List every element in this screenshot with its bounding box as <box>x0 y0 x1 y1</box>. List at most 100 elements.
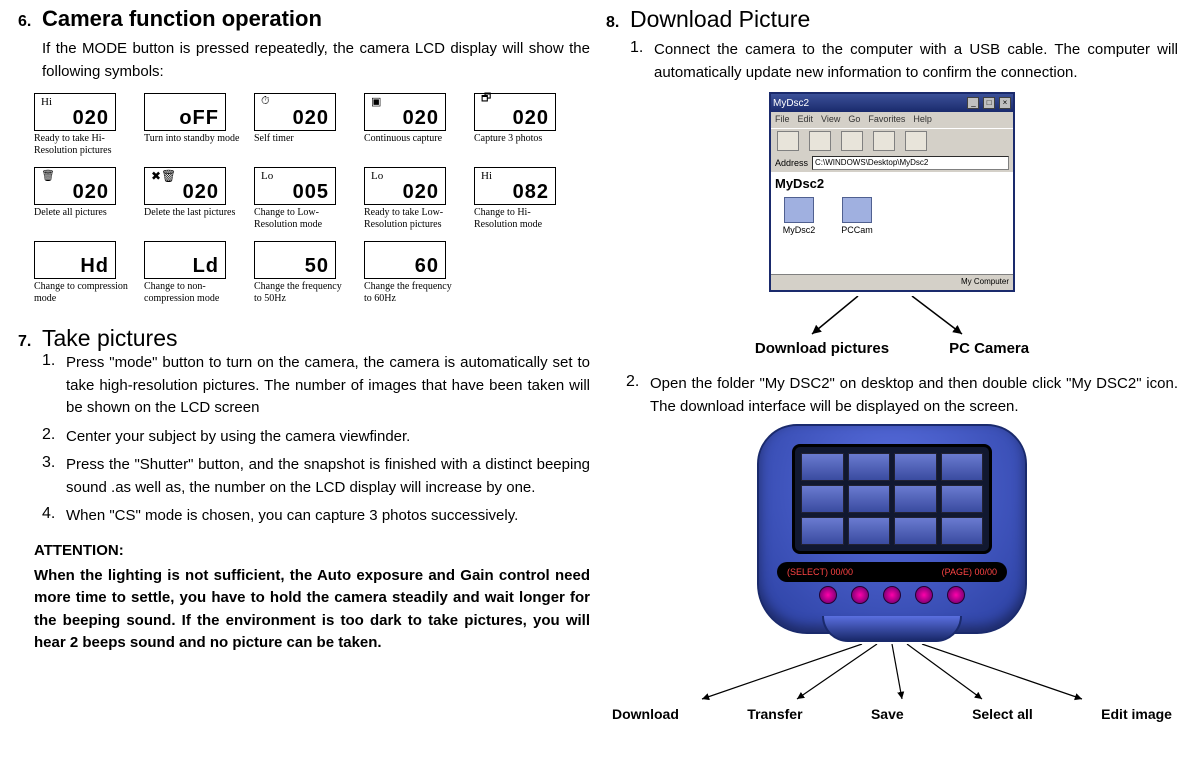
lcd-main-value: Ld <box>193 256 223 276</box>
section-7-steps: 1.Press "mode" button to turn on the cam… <box>42 352 590 528</box>
lcd-caption: Capture 3 photos <box>474 133 570 145</box>
lcd-symbol-grid: Hi020Ready to take Hi-Resolution picture… <box>34 93 590 311</box>
lcd-caption: Change the frequency to 60Hz <box>364 281 460 305</box>
menu-item[interactable]: Edit <box>798 114 814 126</box>
address-field[interactable]: C:\WINDOWS\Desktop\MyDsc2 <box>812 156 1009 170</box>
menu-item[interactable]: View <box>821 114 840 126</box>
step-2-number: 2. <box>626 373 646 418</box>
lcd-main-value: 020 <box>403 108 443 128</box>
section-7-title: Take pictures <box>42 325 178 352</box>
bottom-callout-labels: Download Transfer Save Select all Edit i… <box>606 706 1178 722</box>
lcd-top-indicator: Hi <box>37 96 52 108</box>
toolbar-cut-icon[interactable] <box>873 131 895 151</box>
lcd-cell: ⏱020Self timer <box>254 93 354 157</box>
thumb-slot <box>848 485 891 513</box>
attention-heading: ATTENTION: <box>34 542 590 559</box>
lcd-top-indicator: ✖🗑 <box>147 170 176 182</box>
lcd-display: Hd <box>34 241 116 279</box>
desktop-icon[interactable]: PCCam <box>837 197 877 235</box>
label-transfer: Transfer <box>747 706 802 722</box>
lcd-main-value: 020 <box>73 182 113 202</box>
toolbar-forward-icon[interactable] <box>809 131 831 151</box>
lcd-caption: Change to compression mode <box>34 281 130 305</box>
lcd-main-value: 020 <box>513 108 553 128</box>
minimize-button[interactable]: _ <box>967 97 979 109</box>
toolbar-copy-icon[interactable] <box>905 131 927 151</box>
icon-label: PCCam <box>837 225 877 235</box>
explorer-statusbar: My Computer <box>771 274 1013 290</box>
lcd-display: 🗑 020 <box>34 167 116 205</box>
lcd-cell: 50Change the frequency to 50Hz <box>254 241 354 305</box>
step-text: Center your subject by using the camera … <box>62 426 590 449</box>
device-status-bar: (SELECT) 00/00 (PAGE) 00/00 <box>777 562 1007 582</box>
maximize-button[interactable]: □ <box>983 97 995 109</box>
close-button[interactable]: × <box>999 97 1011 109</box>
lcd-top-indicator: Lo <box>367 170 383 182</box>
explorer-window: MyDsc2 _ □ × File Edit View Go Favorites Help… <box>769 92 1015 292</box>
lcd-cell: ✖🗑 020 Delete the last pictures <box>144 167 244 231</box>
lcd-main-value: 020 <box>403 182 443 202</box>
lcd-top-indicator: Lo <box>257 170 273 182</box>
device-button-3[interactable] <box>883 586 901 604</box>
explorer-addressbar: Address C:\WINDOWS\Desktop\MyDsc2 <box>771 154 1013 172</box>
lcd-top-indicator: 🗑 <box>37 169 55 182</box>
lcd-top-indicator: ▣ <box>367 95 381 108</box>
toolbar-up-icon[interactable] <box>841 131 863 151</box>
thumb-slot <box>848 517 891 545</box>
section-8-header: 8. Download Picture <box>606 6 1178 33</box>
lcd-cell: 🗑020Delete all pictures <box>34 167 134 231</box>
step-1-number: 1. <box>630 39 650 84</box>
left-column: 6. Camera function operation If the MODE… <box>10 6 598 779</box>
thumb-slot <box>894 453 937 481</box>
lcd-cell: Lo005Change to Low-Resolution mode <box>254 167 354 231</box>
section-6-number: 6. <box>18 13 42 31</box>
explorer-toolbar <box>771 128 1013 154</box>
device-button-2[interactable] <box>851 586 869 604</box>
lcd-main-value: 60 <box>415 256 443 276</box>
menu-item[interactable]: Favorites <box>868 114 905 126</box>
section-7-header: 7. Take pictures <box>18 325 590 352</box>
lcd-main-value: 020 <box>183 182 223 202</box>
lcd-display: 🗗020 <box>474 93 556 131</box>
step-number: 3. <box>42 454 62 499</box>
lcd-cell: Lo020Ready to take Low-Resolution pictur… <box>364 167 464 231</box>
device-button-4[interactable] <box>915 586 933 604</box>
lcd-caption: Change to Low-Resolution mode <box>254 207 350 231</box>
step-1-text: Connect the camera to the computer with … <box>650 39 1178 84</box>
attention-body: When the lighting is not sufficient, the… <box>34 565 590 655</box>
lcd-main-value: 082 <box>513 182 553 202</box>
explorer-panel-header: MyDsc2 <box>775 176 1009 191</box>
lcd-caption: Ready to take Hi-Resolution pictures <box>34 133 130 157</box>
explorer-body: MyDsc2 MyDsc2 PCCam <box>771 172 1013 274</box>
desktop-icon[interactable]: MyDsc2 <box>779 197 819 235</box>
top-arrows-diagram <box>762 296 1022 338</box>
device-button-1[interactable] <box>819 586 837 604</box>
lcd-cell: HdChange to compression mode <box>34 241 134 305</box>
menu-item[interactable]: Help <box>913 114 932 126</box>
lcd-display: 50 <box>254 241 336 279</box>
lcd-caption: Continuous capture <box>364 133 460 145</box>
device-base <box>822 616 962 642</box>
label-save: Save <box>871 706 904 722</box>
lcd-caption: Delete the last pictures <box>144 207 240 219</box>
device-button-5[interactable] <box>947 586 965 604</box>
lcd-cell: ▣ 020 Continuous capture <box>364 93 464 157</box>
thumb-slot <box>848 453 891 481</box>
device-page-readout: (PAGE) 00/00 <box>942 567 997 577</box>
toolbar-back-icon[interactable] <box>777 131 799 151</box>
lcd-display: Hi082 <box>474 167 556 205</box>
section-6-title: Camera function operation <box>42 6 322 32</box>
step-item: 2.Center your subject by using the camer… <box>42 426 590 449</box>
thumb-slot <box>801 453 844 481</box>
thumb-slot <box>941 517 984 545</box>
explorer-titlebar: MyDsc2 _ □ × <box>771 94 1013 112</box>
menu-item[interactable]: Go <box>848 114 860 126</box>
lcd-display: ▣ 020 <box>364 93 446 131</box>
file-icon <box>784 197 814 223</box>
explorer-icons: MyDsc2 PCCam <box>775 197 1009 235</box>
window-buttons: _ □ × <box>966 97 1011 109</box>
step-2-text: Open the folder "My DSC2" on desktop and… <box>646 373 1178 418</box>
menu-item[interactable]: File <box>775 114 790 126</box>
top-callout-labels: Download pictures PC Camera <box>606 340 1178 357</box>
lcd-display: Hi020 <box>34 93 116 131</box>
